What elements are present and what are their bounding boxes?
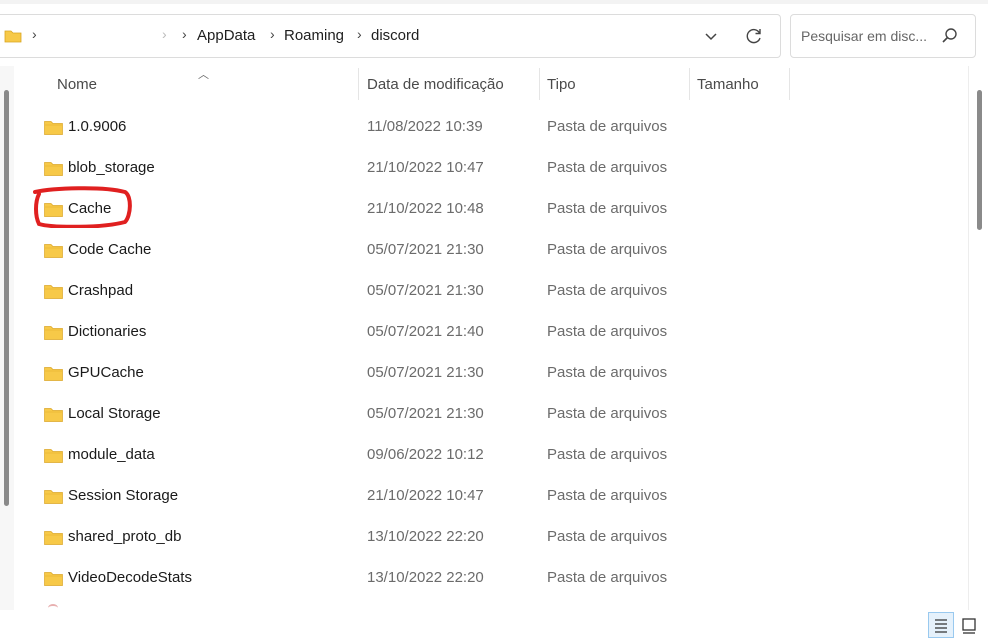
column-divider[interactable] (539, 68, 540, 100)
file-name: module_data (68, 446, 155, 463)
file-name: Session Storage (68, 487, 179, 504)
chevron-right-icon[interactable]: › (182, 26, 187, 42)
file-row[interactable]: Crashpad 05/07/2021 21:30 Pasta de arquivo… (14, 271, 774, 312)
file-name: shared_proto_db (68, 528, 182, 545)
file-row[interactable]: shared_proto_db 13/10/2022 22:20 Pasta de … (14, 517, 774, 558)
file-type: Pasta de arquivos (547, 241, 668, 258)
file-date: 05/07/2021 21:30 (367, 405, 484, 422)
column-date[interactable]: Data de modificação (367, 66, 504, 102)
large-icons-view-icon (962, 618, 976, 634)
file-name: Cache (68, 200, 112, 217)
column-divider[interactable] (358, 68, 359, 100)
file-type: Pasta de arquivos (547, 364, 668, 381)
chevron-down-icon[interactable] (700, 25, 722, 47)
folder-icon (44, 162, 63, 176)
window-top-edge (0, 0, 988, 4)
column-size[interactable]: Tamanho (697, 66, 759, 102)
file-row[interactable]: VideoDecodeStats 13/10/2022 22:20 Pasta de… (14, 558, 774, 599)
file-type: Pasta de arquivos (547, 200, 668, 217)
file-type: Pasta de arquivos (547, 528, 668, 545)
file-row[interactable]: Cache 21/10/2022 10:48 Pasta de arquivos (14, 189, 774, 230)
file-type: Pasta de arquivos (547, 446, 668, 463)
file-name: GPUCache (68, 364, 144, 381)
file-date: 09/06/2022 10:12 (367, 446, 484, 463)
folder-icon (44, 121, 63, 135)
folder-icon (44, 572, 63, 586)
vertical-scrollbar[interactable] (968, 66, 988, 610)
column-name[interactable]: Nome (57, 66, 97, 102)
file-row[interactable]: Code Cache 05/07/2021 21:30 Pasta de arqui… (14, 230, 774, 271)
column-divider[interactable] (789, 68, 790, 100)
folder-icon (44, 285, 63, 299)
file-name: Code Cache (68, 241, 152, 258)
file-date: 05/07/2021 21:40 (367, 323, 484, 340)
address-bar[interactable]: › › › AppData › Roaming › discord (0, 14, 781, 58)
navigation-pane-edge (0, 66, 14, 610)
breadcrumb-roaming[interactable]: Roaming (284, 27, 344, 44)
navigation-scrollbar-thumb[interactable] (4, 90, 9, 506)
file-type: Pasta de arquivos (547, 569, 668, 586)
file-row[interactable]: Dictionaries 05/07/2021 21:40 Pasta de arq… (14, 312, 774, 353)
details-view-icon (935, 619, 947, 633)
folder-icon (44, 244, 63, 258)
file-type: Pasta de arquivos (547, 118, 668, 135)
refresh-icon[interactable] (743, 25, 765, 47)
folder-icon (44, 531, 63, 545)
chevron-right-icon[interactable]: › (357, 26, 362, 42)
breadcrumb-discord[interactable]: discord (371, 27, 419, 44)
file-type: Pasta de arquivos (547, 282, 668, 299)
file-date: 21/10/2022 10:48 (367, 200, 484, 217)
folder-icon (44, 449, 63, 463)
file-name: 1.0.9006 (68, 118, 127, 135)
file-row[interactable]: Local Storage 05/07/2021 21:30 Pasta de ar… (14, 394, 774, 435)
search-icon[interactable] (941, 27, 959, 45)
file-row[interactable]: blob_storage 21/10/2022 10:47 Pasta de arq… (14, 148, 774, 189)
scrollbar-thumb[interactable] (977, 90, 982, 230)
file-name: Dictionaries (68, 323, 147, 340)
chevron-right-icon[interactable]: › (32, 26, 37, 42)
file-name: Local Storage (68, 405, 161, 422)
search-input[interactable] (799, 25, 933, 47)
file-type: Pasta de arquivos (547, 405, 668, 422)
file-name: Crashpad (68, 282, 134, 299)
folder-icon (44, 408, 63, 422)
file-date: 21/10/2022 10:47 (367, 159, 484, 176)
details-view-button[interactable] (928, 612, 954, 638)
file-date: 11/08/2022 10:39 (367, 118, 483, 135)
file-row[interactable]: Session Storage 21/10/2022 10:47 Pasta de … (14, 476, 774, 517)
column-header: Nome Data de modificação Tipo Tamanho (14, 66, 804, 102)
folder-icon (44, 326, 63, 340)
file-date: 13/10/2022 22:20 (367, 528, 484, 545)
file-name: VideoDecodeStats (68, 569, 192, 586)
folder-icon (44, 203, 63, 217)
file-name: blob_storage (68, 159, 155, 176)
breadcrumb-appdata[interactable]: AppData (197, 27, 255, 44)
file-date: 13/10/2022 22:20 (367, 569, 484, 586)
file-date: 05/07/2021 21:30 (367, 364, 484, 381)
file-type: Pasta de arquivos (547, 487, 668, 504)
file-row[interactable]: 1.0.9006 11/08/2022 10:39 Pasta de arquivo… (14, 107, 774, 148)
file-date: 21/10/2022 10:47 (367, 487, 484, 504)
column-divider[interactable] (689, 68, 690, 100)
file-date: 05/07/2021 21:30 (367, 241, 484, 258)
file-type: Pasta de arquivos (547, 159, 668, 176)
column-type[interactable]: Tipo (547, 66, 576, 102)
folder-icon (44, 367, 63, 381)
folder-icon (44, 490, 63, 504)
folder-icon (4, 30, 22, 43)
status-bar (0, 610, 988, 641)
large-icons-view-button[interactable] (956, 612, 982, 638)
chevron-right-icon[interactable]: › (270, 26, 275, 42)
chevron-right-icon: › (162, 26, 167, 42)
file-type: Pasta de arquivos (547, 323, 668, 340)
file-date: 05/07/2021 21:30 (367, 282, 484, 299)
search-box[interactable] (790, 14, 976, 58)
file-row[interactable]: GPUCache 05/07/2021 21:30 Pasta de arquivo… (14, 353, 774, 394)
file-row[interactable]: module_data 09/06/2022 10:12 Pasta de arqu… (14, 435, 774, 476)
